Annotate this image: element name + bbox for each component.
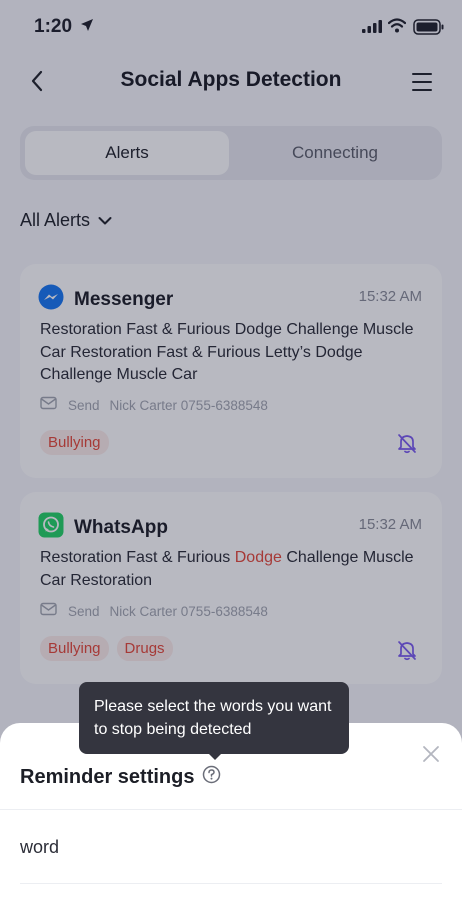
sheet-title: Reminder settings <box>20 766 195 788</box>
divider <box>0 809 462 810</box>
sheet-title-row: Reminder settings <box>20 765 221 790</box>
word-list-item[interactable]: word <box>20 837 59 858</box>
help-icon[interactable] <box>202 765 221 790</box>
close-icon[interactable] <box>422 745 440 768</box>
tooltip-arrow <box>207 752 223 760</box>
tooltip: Please select the words you want to stop… <box>79 682 349 754</box>
divider <box>20 883 442 884</box>
